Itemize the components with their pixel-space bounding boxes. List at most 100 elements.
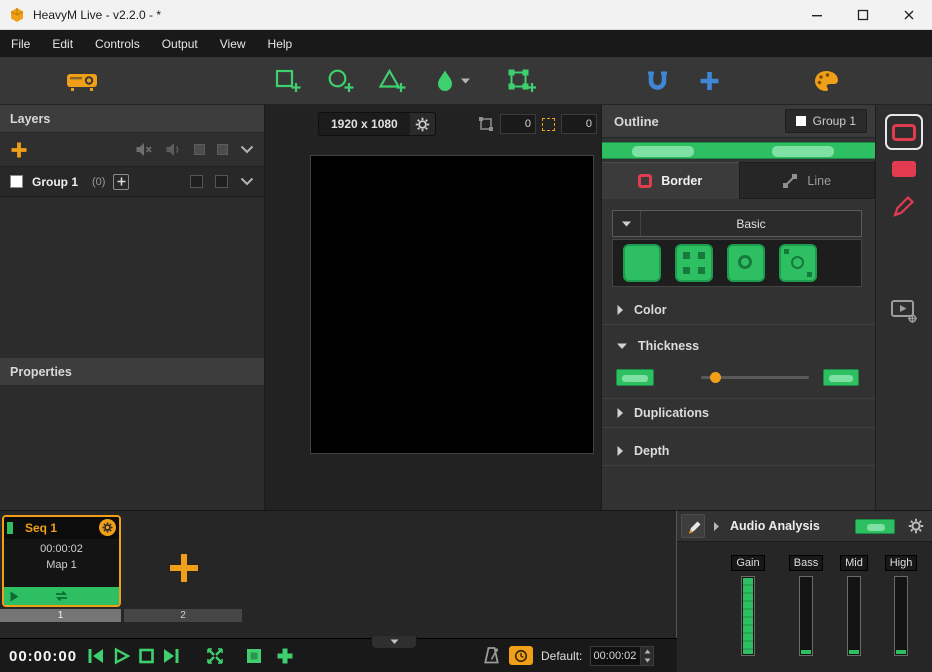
seq-playbar[interactable] — [4, 587, 119, 605]
spinner-down-button[interactable] — [641, 656, 653, 665]
projector-button[interactable] — [66, 69, 98, 93]
skip-end-button[interactable] — [162, 647, 181, 665]
maximize-button[interactable] — [840, 0, 886, 30]
group-collapse-button[interactable] — [240, 177, 254, 186]
section-depth[interactable]: Depth — [602, 436, 875, 466]
seq-settings-button[interactable] — [99, 519, 116, 536]
target-group-chip[interactable]: Group 1 — [785, 109, 867, 133]
menu-controls[interactable]: Controls — [84, 31, 151, 57]
sequence-tab-1[interactable]: 1 — [0, 609, 121, 622]
tab-border[interactable]: Border — [602, 162, 739, 199]
audio-pen-button[interactable] — [681, 514, 705, 538]
speaker-icon — [165, 142, 182, 157]
layer-group-row[interactable]: Group 1 (0) — [0, 167, 264, 197]
player-settings-button[interactable] — [890, 298, 918, 324]
paint-tool-caret[interactable] — [460, 77, 471, 85]
tab-line[interactable]: Line — [739, 162, 876, 199]
dropdown-arrow-cell[interactable] — [613, 211, 641, 236]
audio-settings-button[interactable] — [908, 518, 924, 534]
preset-basic-3[interactable] — [727, 244, 765, 282]
transport-timecode: 00:00:00 — [9, 648, 77, 665]
effect-strip-segment — [632, 146, 694, 157]
add-sequence-button[interactable] — [167, 551, 201, 585]
fill-tool-button[interactable] — [892, 161, 916, 177]
swap-arrows-button[interactable] — [205, 647, 225, 665]
selection-count-field[interactable]: 0 — [500, 114, 536, 134]
group-swatch-b[interactable] — [215, 175, 228, 188]
meter-gain-label: Gain — [731, 555, 764, 571]
spinner-up-button[interactable] — [641, 647, 653, 656]
high-fader[interactable] — [894, 576, 908, 656]
menu-file[interactable]: File — [0, 31, 41, 57]
add-layer-button[interactable] — [10, 141, 28, 159]
skip-start-button[interactable] — [86, 647, 105, 665]
preset-basic-4[interactable] — [779, 244, 817, 282]
appearance-palette-button[interactable] — [813, 69, 840, 93]
mid-fader[interactable] — [847, 576, 861, 656]
solo-all-button[interactable] — [165, 142, 182, 157]
add-rectangle-tool[interactable] — [274, 68, 301, 94]
thickness-min-box[interactable] — [616, 369, 654, 386]
resolution-settings-button[interactable] — [410, 112, 436, 136]
default-duration-button[interactable] — [509, 646, 533, 665]
preset-basic-2[interactable] — [675, 244, 713, 282]
chevron-up-icon — [644, 649, 651, 654]
magnet-snap-tool[interactable] — [646, 68, 669, 93]
meter-bass: Bass — [787, 553, 825, 656]
add-shape-to-group-button[interactable] — [113, 174, 129, 190]
preset-selected-value: Basic — [641, 217, 861, 231]
default-duration-value: 00:00:02 — [591, 647, 640, 665]
add-triangle-tool[interactable] — [379, 68, 406, 94]
selection-count-value: 0 — [525, 118, 531, 130]
layers-collapse-button[interactable] — [240, 145, 254, 154]
cross-button[interactable] — [276, 647, 294, 665]
group-count-field[interactable]: 0 — [561, 114, 597, 134]
add-ellipse-tool[interactable] — [327, 68, 354, 94]
add-plus-tool[interactable] — [699, 70, 720, 91]
resolution-button[interactable]: 1920 x 1080 — [318, 112, 411, 136]
effects-pen-button[interactable] — [891, 193, 917, 219]
paint-tool[interactable] — [433, 68, 457, 93]
play-button[interactable] — [113, 647, 130, 665]
bass-fader[interactable] — [799, 576, 813, 656]
preset-basic-1[interactable] — [623, 244, 661, 282]
menu-help[interactable]: Help — [257, 31, 304, 57]
group-visibility-checkbox[interactable] — [10, 175, 23, 188]
resolution-value: 1920 x 1080 — [331, 117, 398, 131]
group-swatch-a[interactable] — [190, 175, 203, 188]
meter-mid-label: Mid — [840, 555, 868, 571]
menu-view[interactable]: View — [209, 31, 257, 57]
effect-enable-strip[interactable] — [602, 142, 875, 159]
seq-map-label: Map 1 — [4, 559, 119, 571]
sequence-card[interactable]: Seq 1 00:00:02 Map 1 — [2, 515, 121, 607]
audio-collapse-button[interactable] — [713, 521, 720, 532]
gain-fader[interactable] — [741, 576, 755, 656]
minimize-button[interactable] — [794, 0, 840, 30]
thickness-slider-knob[interactable] — [710, 372, 721, 383]
add-triangle-icon — [379, 68, 406, 94]
section-color[interactable]: Color — [602, 295, 875, 325]
close-button[interactable] — [886, 0, 932, 30]
output-canvas[interactable] — [310, 155, 594, 454]
blend-swatch-b[interactable] — [217, 144, 228, 155]
stop-button[interactable] — [138, 647, 155, 665]
menu-edit[interactable]: Edit — [41, 31, 84, 57]
clock-icon — [514, 649, 528, 663]
audio-enable-toggle[interactable] — [855, 519, 895, 534]
blend-swatch-a[interactable] — [194, 144, 205, 155]
preset-dropdown[interactable]: Basic — [612, 210, 862, 237]
preset-tiles — [612, 239, 862, 287]
sequence-tab-2[interactable]: 2 — [124, 609, 242, 622]
default-duration-field[interactable]: 00:00:02 — [590, 646, 654, 666]
solid-square-button[interactable] — [245, 647, 263, 665]
section-thickness[interactable]: Thickness — [602, 331, 875, 361]
add-player-tool[interactable] — [507, 68, 536, 94]
outline-tool-button[interactable] — [885, 114, 923, 150]
mute-all-button[interactable] — [135, 142, 153, 157]
thickness-max-box[interactable] — [823, 369, 859, 386]
menu-output[interactable]: Output — [151, 31, 209, 57]
transform-rect-icon — [507, 68, 536, 94]
skip-end-icon — [162, 647, 181, 665]
section-duplications[interactable]: Duplications — [602, 398, 875, 428]
timeline-drawer-handle[interactable] — [371, 636, 417, 649]
